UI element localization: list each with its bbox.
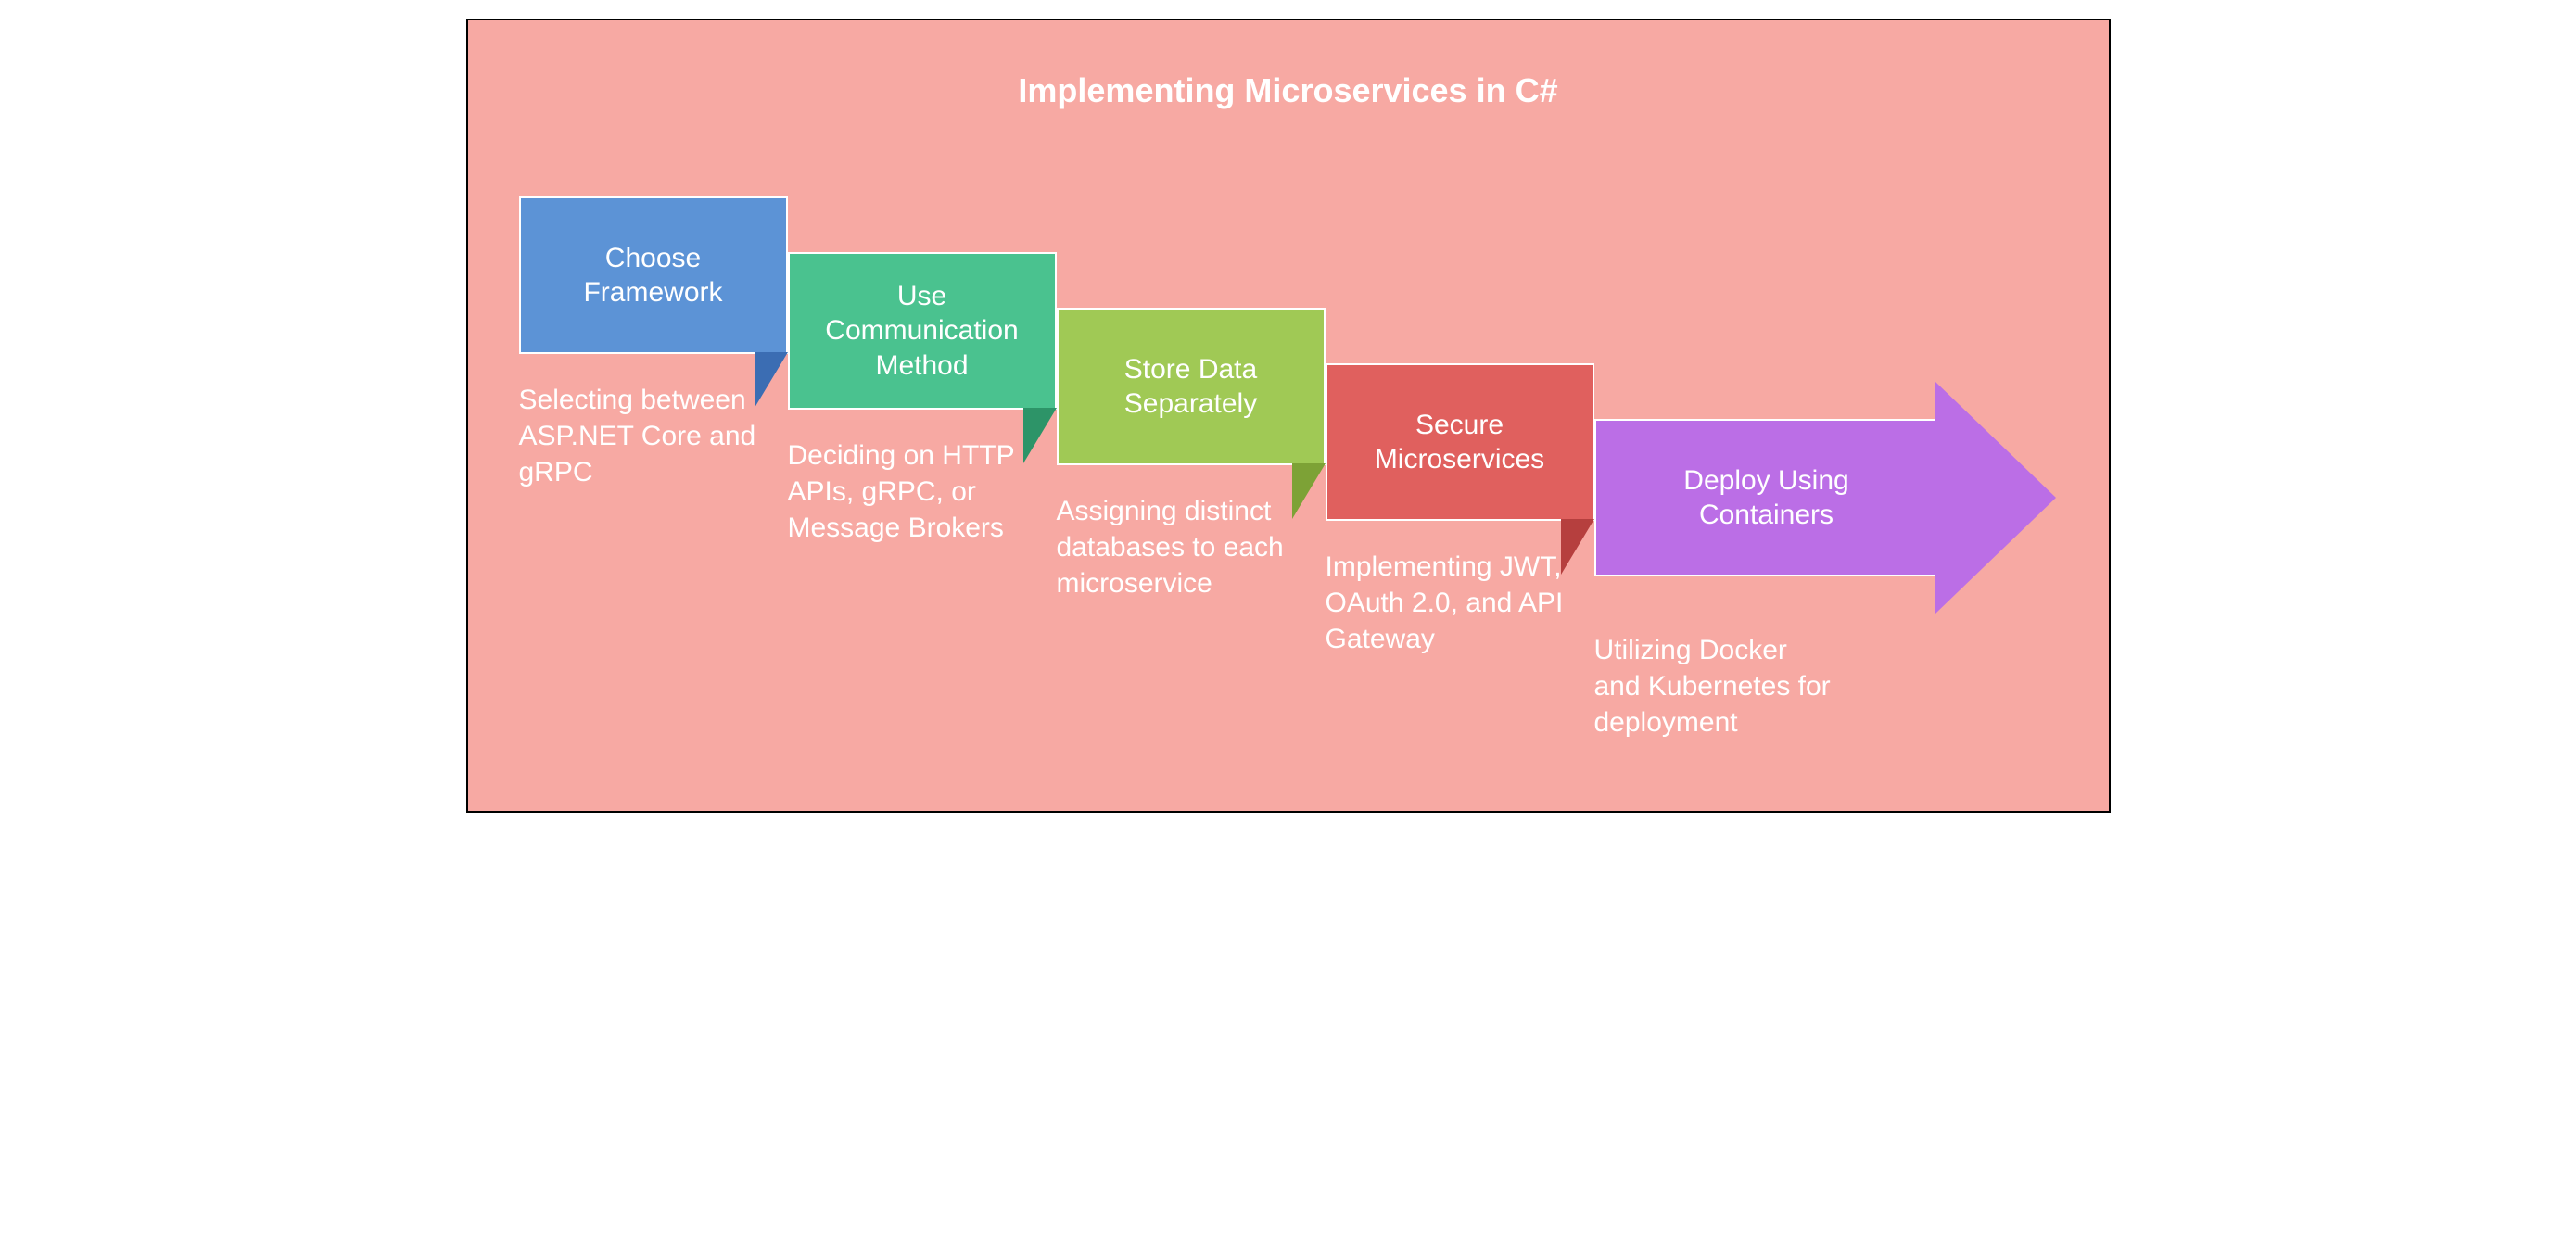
step-3: Store Data Separately Assigning distinct… xyxy=(1057,308,1326,601)
step-5: Deploy Using Containers Utilizing Docker… xyxy=(1594,419,2058,740)
fold-icon xyxy=(755,352,788,408)
step-2: Use Communication Method Deciding on HTT… xyxy=(788,252,1057,546)
step-5-arrow: Deploy Using Containers xyxy=(1594,419,2058,576)
fold-icon xyxy=(1292,463,1326,519)
diagram-canvas: Implementing Microservices in C# Choose … xyxy=(466,19,2111,813)
step-5-desc: Utilizing Docker and Kubernetes for depl… xyxy=(1594,632,1835,740)
step-3-box: Store Data Separately xyxy=(1057,308,1326,465)
step-4-label: Secure Microservices xyxy=(1346,408,1574,477)
step-2-box: Use Communication Method xyxy=(788,252,1057,410)
step-1: Choose Framework Selecting between ASP.N… xyxy=(519,196,788,490)
step-3-desc: Assigning distinct databases to each mic… xyxy=(1057,493,1298,601)
step-1-box: Choose Framework xyxy=(519,196,788,354)
step-5-box: Deploy Using Containers xyxy=(1594,419,1937,576)
step-1-desc: Selecting between ASP.NET Core and gRPC xyxy=(519,382,760,490)
arrow-head-icon xyxy=(1935,382,2056,614)
fold-icon xyxy=(1023,408,1057,463)
step-1-label: Choose Framework xyxy=(539,241,768,310)
step-5-label: Deploy Using Containers xyxy=(1615,463,1919,533)
step-4-desc: Implementing JWT, OAuth 2.0, and API Gat… xyxy=(1326,549,1567,657)
step-4: Secure Microservices Implementing JWT, O… xyxy=(1326,363,1594,657)
diagram-title: Implementing Microservices in C# xyxy=(468,71,2109,110)
fold-icon xyxy=(1561,519,1594,575)
step-4-box: Secure Microservices xyxy=(1326,363,1594,521)
step-2-desc: Deciding on HTTP APIs, gRPC, or Message … xyxy=(788,437,1029,546)
step-2-label: Use Communication Method xyxy=(808,279,1036,384)
step-3-label: Store Data Separately xyxy=(1077,352,1305,422)
